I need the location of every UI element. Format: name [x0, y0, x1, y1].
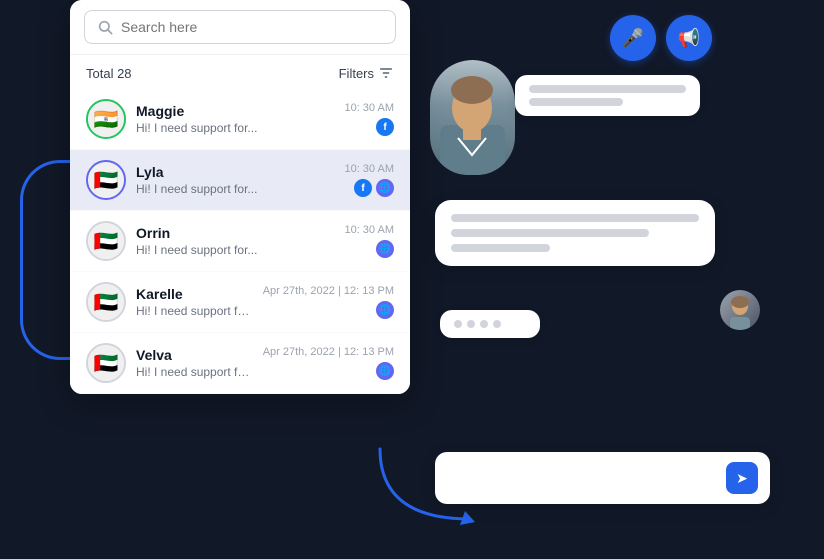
conversation-list: 🇮🇳 Maggie Hi! I need support for... 10: … — [70, 89, 410, 394]
conv-info-karelle: Karelle Hi! I need support for... — [136, 286, 253, 318]
conv-platforms-velva: 🌐 — [376, 362, 394, 380]
conv-platforms-orrin: 🌐 — [376, 240, 394, 258]
conv-platforms-karelle: 🌐 — [376, 301, 394, 319]
facebook-icon-lyla: f — [354, 179, 372, 197]
chat-input-area[interactable]: ➤ — [435, 452, 770, 504]
conv-meta-velva: Apr 27th, 2022 | 12: 13 PM 🌐 — [263, 346, 394, 380]
msg-line-2 — [529, 98, 623, 106]
list-header: Total 28 Filters — [70, 55, 410, 89]
conv-meta-karelle: Apr 27th, 2022 | 12: 13 PM 🌐 — [263, 285, 394, 319]
conv-name-orrin: Orrin — [136, 225, 334, 241]
search-icon — [97, 19, 113, 35]
avatar-karelle: 🇦🇪 — [86, 282, 126, 322]
msg-line-4 — [451, 229, 649, 237]
conv-info-velva: Velva Hi! I need support for... — [136, 347, 253, 379]
conv-preview-velva: Hi! I need support for... — [136, 365, 253, 379]
chat-person-icon — [720, 290, 760, 330]
msg-line-1 — [529, 85, 686, 93]
conv-info-lyla: Lyla Hi! I need support for... — [136, 164, 334, 196]
conv-platforms-maggie: f — [376, 118, 394, 136]
flag-uae-karelle: 🇦🇪 — [88, 284, 124, 320]
web-icon-velva: 🌐 — [376, 362, 394, 380]
conversation-item-karelle[interactable]: 🇦🇪 Karelle Hi! I need support for... Apr… — [70, 272, 410, 333]
filters-button[interactable]: Filters — [339, 65, 394, 81]
conversation-list-panel: Total 28 Filters 🇮🇳 Maggie Hi! I need su… — [70, 0, 410, 394]
conversation-item-orrin[interactable]: 🇦🇪 Orrin Hi! I need support for... 10: 3… — [70, 211, 410, 272]
conv-meta-lyla: 10: 30 AM f 🌐 — [344, 163, 394, 197]
message-bubble-1 — [515, 75, 700, 116]
search-bar-container — [70, 0, 410, 55]
conv-meta-maggie: 10: 30 AM f — [344, 102, 394, 136]
filter-icon — [378, 65, 394, 81]
send-icon: ➤ — [736, 470, 748, 487]
conv-time-maggie: 10: 30 AM — [344, 102, 394, 114]
conv-platforms-lyla: f 🌐 — [354, 179, 394, 197]
msg-line-3 — [451, 214, 699, 222]
avatar-lyla: 🇦🇪 — [86, 160, 126, 200]
total-count: Total 28 — [86, 66, 132, 81]
search-input-wrapper[interactable] — [84, 10, 396, 44]
conv-meta-orrin: 10: 30 AM 🌐 — [344, 224, 394, 258]
conv-info-orrin: Orrin Hi! I need support for... — [136, 225, 334, 257]
flag-uae-lyla: 🇦🇪 — [88, 162, 124, 198]
filters-label: Filters — [339, 66, 374, 81]
avatar-orrin: 🇦🇪 — [86, 221, 126, 261]
web-icon-karelle: 🌐 — [376, 301, 394, 319]
message-bubble-2 — [435, 200, 715, 266]
conv-time-lyla: 10: 30 AM — [344, 163, 394, 175]
person-silhouette — [430, 60, 515, 175]
conv-preview-lyla: Hi! I need support for... — [136, 182, 334, 196]
web-icon-lyla: 🌐 — [376, 179, 394, 197]
conv-name-lyla: Lyla — [136, 164, 334, 180]
flag-uae-velva: 🇦🇪 — [88, 345, 124, 381]
conv-preview-maggie: Hi! I need support for... — [136, 121, 334, 135]
conversation-item-velva[interactable]: 🇦🇪 Velva Hi! I need support for... Apr 2… — [70, 333, 410, 394]
chat-text-input[interactable] — [447, 470, 718, 486]
person-photo — [430, 60, 515, 175]
flag-uae-orrin: 🇦🇪 — [88, 223, 124, 259]
typing-dot-4 — [493, 320, 501, 328]
conv-preview-orrin: Hi! I need support for... — [136, 243, 334, 257]
conv-name-maggie: Maggie — [136, 103, 334, 119]
flag-india: 🇮🇳 — [88, 101, 124, 137]
megaphone-icon: 📢 — [678, 28, 700, 49]
search-input[interactable] — [121, 19, 383, 35]
send-button[interactable]: ➤ — [726, 462, 758, 494]
typing-dot-3 — [480, 320, 488, 328]
conv-preview-karelle: Hi! I need support for... — [136, 304, 253, 318]
mic-button[interactable]: 🎤 — [610, 15, 656, 61]
conv-time-karelle: Apr 27th, 2022 | 12: 13 PM — [263, 285, 394, 297]
chat-avatar-small — [720, 290, 760, 330]
conversation-item-maggie[interactable]: 🇮🇳 Maggie Hi! I need support for... 10: … — [70, 89, 410, 150]
conv-time-velva: Apr 27th, 2022 | 12: 13 PM — [263, 346, 394, 358]
mic-icon: 🎤 — [622, 28, 644, 49]
avatar-velva: 🇦🇪 — [86, 343, 126, 383]
facebook-icon-maggie: f — [376, 118, 394, 136]
msg-line-5 — [451, 244, 550, 252]
conv-name-karelle: Karelle — [136, 286, 253, 302]
action-buttons-row: 🎤 📢 — [610, 15, 712, 61]
megaphone-button[interactable]: 📢 — [666, 15, 712, 61]
conversation-item-lyla[interactable]: 🇦🇪 Lyla Hi! I need support for... 10: 30… — [70, 150, 410, 211]
conv-time-orrin: 10: 30 AM — [344, 224, 394, 236]
conv-name-velva: Velva — [136, 347, 253, 363]
conv-info-maggie: Maggie Hi! I need support for... — [136, 103, 334, 135]
avatar-maggie: 🇮🇳 — [86, 99, 126, 139]
typing-dot-1 — [454, 320, 462, 328]
web-icon-orrin: 🌐 — [376, 240, 394, 258]
typing-indicator — [440, 310, 540, 338]
typing-dot-2 — [467, 320, 475, 328]
